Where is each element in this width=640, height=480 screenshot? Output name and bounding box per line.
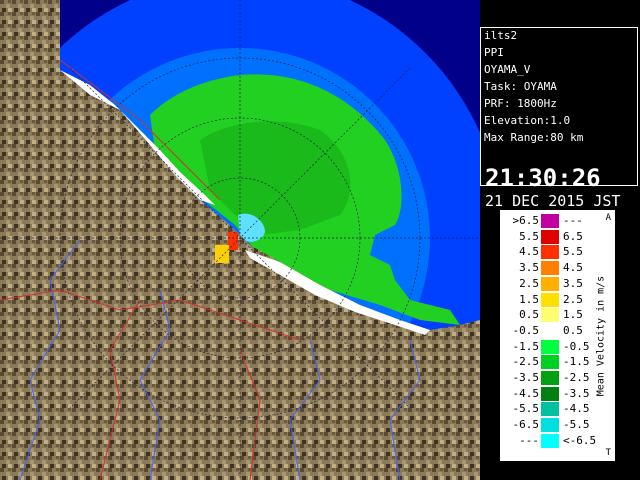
- task-label: Task: OYAMA: [484, 80, 557, 93]
- legend-row-lower: ---: [519, 433, 539, 447]
- legend-swatch: [541, 418, 559, 433]
- legend-row-lower: 4.5: [519, 245, 539, 259]
- product-label: PPI: [484, 46, 504, 59]
- legend-row: -1.5 -0.5: [501, 339, 601, 355]
- legend-title-text: Mean Velocity in m/s: [595, 275, 607, 396]
- legend-row: 3.5 4.5: [501, 260, 601, 276]
- legend-swatch: [541, 355, 559, 370]
- legend-row: -4.5 -3.5: [501, 386, 601, 402]
- legend-corner-top: A: [605, 213, 611, 223]
- velocity-echo-red: [228, 232, 238, 250]
- velocity-echo-yellow: [215, 245, 229, 263]
- legend-swatch: [541, 433, 559, 448]
- legend-row-lower: -4.5: [512, 386, 540, 400]
- legend-row: >6.5 ---: [501, 213, 601, 229]
- velocity-color-legend: >6.5 --- 5.5 6.5 4.5 5.5 3.5 4.5 2.5 3.5 1.5 2.5 0.5…: [500, 210, 615, 461]
- legend-swatch: [541, 339, 559, 354]
- legend-row-lower: -2.5: [512, 355, 540, 369]
- max-range-label: Max Range:80 km: [484, 131, 584, 144]
- legend-row-lower: 1.5: [519, 292, 539, 306]
- radar-info-panel: ilts2 PPI OYAMA_V Task: OYAMA PRF: 1800H…: [480, 27, 638, 209]
- legend-swatch: [541, 214, 559, 228]
- legend-row: --- <-6.5: [501, 433, 601, 449]
- legend-row: -0.5 0.5: [501, 323, 601, 339]
- legend-swatch: [541, 245, 559, 260]
- legend-row-lower: 5.5: [519, 229, 539, 243]
- legend-row: -3.5 -2.5: [501, 370, 601, 386]
- legend-swatch: [541, 229, 559, 244]
- station-label: OYAMA_V: [484, 63, 531, 76]
- scan-date: 21 DEC 2015 JST: [485, 192, 621, 210]
- prf-label: PRF: 1800Hz: [484, 97, 557, 110]
- elevation-label: Elevation:1.0: [484, 114, 571, 127]
- legend-row-lower: -6.5: [512, 418, 540, 432]
- legend-row-lower: 3.5: [519, 261, 539, 275]
- legend-swatch: [541, 261, 559, 276]
- legend-row: 5.5 6.5: [501, 229, 601, 245]
- legend-row: 0.5 1.5: [501, 307, 601, 323]
- legend-row-lower: 2.5: [519, 276, 539, 290]
- legend-swatch: [541, 292, 559, 307]
- legend-row: -6.5 -5.5: [501, 417, 601, 433]
- scan-time: 21:30:26: [485, 164, 601, 192]
- legend-row-lower: -0.5: [512, 323, 540, 337]
- legend-row: -2.5 -1.5: [501, 354, 601, 370]
- legend-row: 4.5 5.5: [501, 244, 601, 260]
- radar-ppi-display: [0, 0, 480, 480]
- legend-swatch: [541, 323, 559, 338]
- legend-row: 2.5 3.5: [501, 276, 601, 292]
- legend-row-lower: -5.5: [512, 402, 540, 416]
- site-label: ilts2: [484, 29, 518, 42]
- legend-row-lower: -3.5: [512, 371, 540, 384]
- legend-swatch: [541, 371, 559, 385]
- legend-row: 1.5 2.5: [501, 292, 601, 308]
- legend-row-lower: 0.5: [519, 308, 539, 322]
- legend-row-lower: -1.5: [512, 339, 540, 353]
- legend-swatch: [541, 276, 559, 291]
- legend-row: -5.5 -4.5: [501, 401, 601, 417]
- legend-corner-bottom: T: [605, 448, 611, 458]
- legend-row-lower: >6.5: [512, 214, 540, 227]
- legend-swatch: [541, 386, 559, 401]
- legend-title: Mean Velocity in m/s: [588, 211, 614, 460]
- legend-swatch: [541, 308, 559, 323]
- legend-swatch: [541, 402, 559, 417]
